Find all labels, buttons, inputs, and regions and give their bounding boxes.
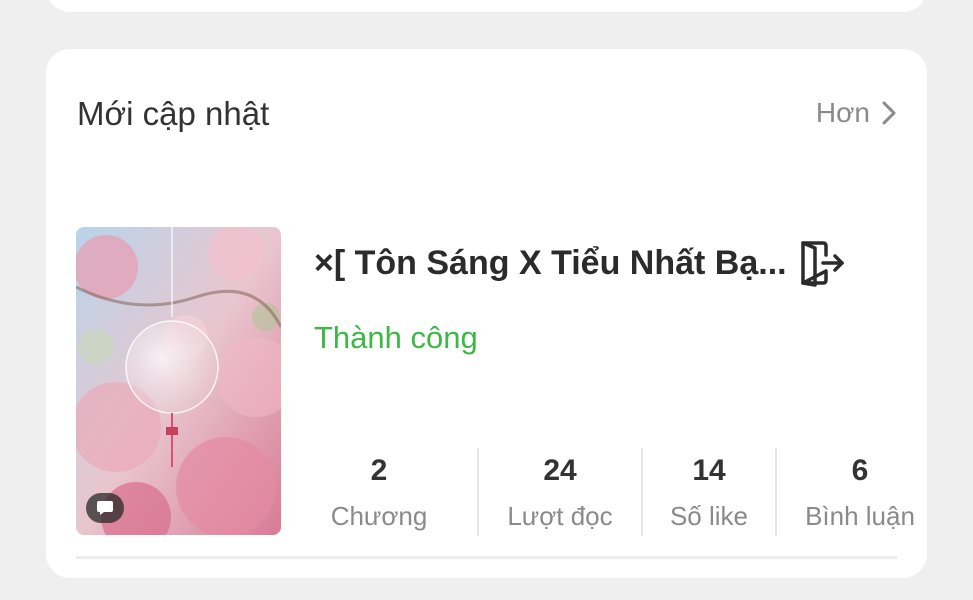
stat-value: 2 [370,454,388,487]
stat-reads: 24 Lượt đọc [479,448,641,536]
stat-label: Số like [669,501,749,531]
stat-comments: 6 Bình luận [777,448,943,536]
stat-value: 14 [692,454,726,487]
more-label: Hơn [815,97,870,128]
stat-label: Lượt đọc [507,501,613,531]
chevron-right-icon [882,101,896,125]
previous-card [46,0,927,12]
stat-label: Bình luận [805,501,915,531]
open-book-exit-icon[interactable] [799,239,845,287]
comment-badge [86,493,124,523]
stat-value: 24 [543,454,577,487]
story-status: Thành công [314,320,478,355]
stat-label: Chương [330,501,428,531]
recent-updates-card: Mới cập nhật Hơn ×[Tôn Sáng X Tiểu Nhất… [46,49,927,578]
stat-likes: 14 Số like [643,448,775,536]
story-cover[interactable] [76,227,281,535]
story-stats: 2 Chương 24 Lượt đọc 14 Số like 6 Bình l… [281,448,915,536]
bottom-divider [76,556,897,559]
stat-value: 6 [851,454,869,487]
cover-image [76,227,281,535]
story-title-row[interactable]: ×[ Tôn Sáng X Tiểu Nhất Bạ... [314,239,845,287]
section-title: Mới cập nhật [77,95,270,132]
stat-chapters: 2 Chương [281,448,477,536]
story-title[interactable]: ×[ Tôn Sáng X Tiểu Nhất Bạ... [314,244,787,283]
more-link[interactable]: Hơn [816,97,896,129]
comment-icon [97,501,113,515]
